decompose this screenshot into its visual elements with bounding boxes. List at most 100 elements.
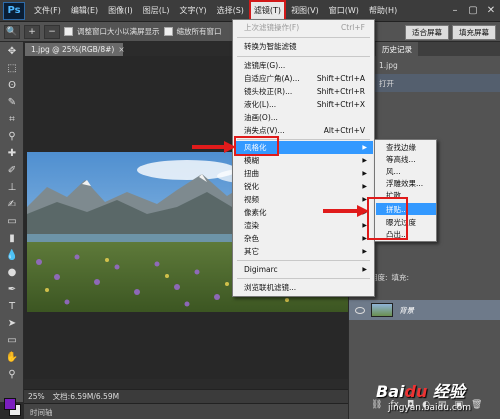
zoom-in-icon[interactable]: + xyxy=(24,24,40,39)
maximize-button[interactable]: ▢ xyxy=(464,0,482,22)
menu-item-label: 油画(O)... xyxy=(244,113,278,122)
menu-item-label: 扭曲 xyxy=(244,169,259,178)
close-tab-icon[interactable]: × xyxy=(118,45,124,54)
zoom-out-icon[interactable]: − xyxy=(44,24,60,39)
visibility-eye-icon[interactable] xyxy=(355,306,365,314)
menu-item-label: Digimarc xyxy=(244,265,278,274)
submenu-item-wind[interactable]: 风... xyxy=(376,165,436,177)
timeline-label: 时间轴 xyxy=(30,408,53,417)
menu-item-convert-smart-filter[interactable]: 转换为智能滤镜 xyxy=(234,40,373,53)
layer-thumbnail xyxy=(371,303,393,317)
menu-item-label: 滤镜库(G)... xyxy=(244,61,286,70)
hand-tool-icon[interactable]: ✋ xyxy=(3,351,21,365)
clone-stamp-tool-icon[interactable]: ⊥ xyxy=(3,181,21,195)
menu-item-shortcut: Shift+Ctrl+R xyxy=(316,87,365,96)
fill-screen-button[interactable]: 填充屏幕 xyxy=(452,25,496,40)
shape-tool-icon[interactable]: ▭ xyxy=(3,334,21,348)
menu-item-noise[interactable]: 杂色 ▶ xyxy=(234,232,373,245)
options-right-buttons: 适合屏幕 填充屏幕 xyxy=(405,25,496,40)
menu-item-sharpen[interactable]: 锐化 ▶ xyxy=(234,180,373,193)
move-tool-icon[interactable]: ✥ xyxy=(3,45,21,59)
menu-item-label: 自适应广角(A)... xyxy=(244,74,300,83)
resize-windows-label: 调整窗口大小以满屏显示 xyxy=(77,27,160,36)
zoom-tool-side-icon[interactable]: ⚲ xyxy=(3,368,21,382)
annotation-arrow-icon xyxy=(192,141,236,153)
foreground-color-swatch[interactable] xyxy=(4,398,16,410)
menu-item-oil-paint[interactable]: 油画(O)... xyxy=(234,111,373,124)
window-controls: – ▢ ✕ xyxy=(446,0,500,22)
zoom-level[interactable]: 25% xyxy=(28,392,45,401)
menu-layer[interactable]: 图层(L) xyxy=(138,0,175,22)
eraser-tool-icon[interactable]: ▭ xyxy=(3,215,21,229)
crop-tool-icon[interactable]: ⌗ xyxy=(3,113,21,127)
lasso-tool-icon[interactable]: ʘ xyxy=(3,79,21,93)
submenu-arrow-icon: ▶ xyxy=(362,170,367,177)
zoom-all-windows-checkbox[interactable] xyxy=(163,27,173,36)
timeline-bar[interactable]: 时间轴 xyxy=(24,403,348,419)
submenu-item-find-edges[interactable]: 查找边缘 xyxy=(376,141,436,153)
blur-tool-icon[interactable]: 💧 xyxy=(3,249,21,263)
menu-item-lens-correction[interactable]: 镜头校正(R)... Shift+Ctrl+R xyxy=(234,85,373,98)
doc-size: 文档:6.59M/6.59M xyxy=(52,392,120,401)
status-bar: 25% 文档:6.59M/6.59M xyxy=(24,389,348,403)
menu-item-label: 锐化 xyxy=(244,182,259,191)
zoom-tool-icon[interactable]: 🔍 xyxy=(4,24,20,39)
menu-item-other[interactable]: 其它 ▶ xyxy=(234,245,373,258)
minimize-button[interactable]: – xyxy=(446,0,464,22)
menu-item-label: 转换为智能滤镜 xyxy=(244,42,297,51)
menu-item-shortcut: Ctrl+F xyxy=(341,23,365,32)
menu-file[interactable]: 文件(F) xyxy=(29,0,66,22)
close-button[interactable]: ✕ xyxy=(482,0,500,22)
baidu-jingyan-logo: Baidu 经验 xyxy=(376,382,465,401)
type-tool-icon[interactable]: T xyxy=(3,300,21,314)
brush-tool-icon[interactable]: ✐ xyxy=(3,164,21,178)
menu-item-label: 模糊 xyxy=(244,156,259,165)
fit-screen-button[interactable]: 适合屏幕 xyxy=(405,25,449,40)
filter-menu: 上次滤镜操作(F) Ctrl+F 转换为智能滤镜 滤镜库(G)... 自适应广角… xyxy=(232,19,375,297)
marquee-tool-icon[interactable]: ⬚ xyxy=(3,62,21,76)
menu-item-liquify[interactable]: 液化(L)... Shift+Ctrl+X xyxy=(234,98,373,111)
menu-item-render[interactable]: 渲染 ▶ xyxy=(234,219,373,232)
menu-separator xyxy=(237,278,370,279)
menu-item-shortcut: Alt+Ctrl+V xyxy=(323,126,365,135)
menu-item-adaptive-wide-angle[interactable]: 自适应广角(A)... Shift+Ctrl+A xyxy=(234,72,373,85)
layer-name: 背景 xyxy=(399,305,414,315)
menu-item-label: 消失点(V)... xyxy=(244,126,285,135)
menu-item-label: 液化(L)... xyxy=(244,100,277,109)
menu-item-shortcut: Shift+Ctrl+X xyxy=(316,100,365,109)
menu-item-label: 杂色 xyxy=(244,234,259,243)
history-brush-tool-icon[interactable]: ✍ xyxy=(3,198,21,212)
fill-label: 填充: xyxy=(391,273,410,282)
quick-select-tool-icon[interactable]: ✎ xyxy=(3,96,21,110)
healing-brush-tool-icon[interactable]: ✚ xyxy=(3,147,21,161)
menu-edit[interactable]: 编辑(E) xyxy=(66,0,103,22)
document-tab[interactable]: 1.jpg @ 25%(RGB/8#) × xyxy=(24,42,125,56)
tab-history[interactable]: 历史记录 xyxy=(376,42,418,56)
menu-item-digimarc[interactable]: Digimarc ▶ xyxy=(234,263,373,276)
menu-item-browse-online-filters[interactable]: 浏览联机滤镜... xyxy=(234,281,373,294)
menu-item-label: 像素化 xyxy=(244,208,267,217)
tools-panel: ✥ ⬚ ʘ ✎ ⌗ ⚲ ✚ ✐ ⊥ ✍ ▭ ▮ 💧 ● ✒ T ➤ ▭ ✋ ⚲ xyxy=(0,42,24,402)
submenu-item-trace-contour[interactable]: 等高线... xyxy=(376,153,436,165)
baidu-watermark: Baidu 经验 jingyan.baidu.com xyxy=(372,378,498,418)
menu-separator xyxy=(237,37,370,38)
watermark-url: jingyan.baidu.com xyxy=(388,403,472,413)
menu-item-label: 上次滤镜操作(F) xyxy=(244,23,300,32)
submenu-item-emboss[interactable]: 浮雕效果... xyxy=(376,177,436,189)
eyedropper-tool-icon[interactable]: ⚲ xyxy=(3,130,21,144)
submenu-arrow-icon: ▶ xyxy=(362,144,367,151)
menu-type[interactable]: 文字(Y) xyxy=(174,0,211,22)
highlight-box-tiles xyxy=(367,197,408,240)
submenu-arrow-icon: ▶ xyxy=(362,183,367,190)
document-tab-title: 1.jpg @ 25%(RGB/8#) xyxy=(31,45,115,54)
dodge-tool-icon[interactable]: ● xyxy=(3,266,21,280)
resize-windows-checkbox[interactable] xyxy=(64,27,73,36)
gradient-tool-icon[interactable]: ▮ xyxy=(3,232,21,246)
menu-item-filter-gallery[interactable]: 滤镜库(G)... xyxy=(234,59,373,72)
path-select-tool-icon[interactable]: ➤ xyxy=(3,317,21,331)
pen-tool-icon[interactable]: ✒ xyxy=(3,283,21,297)
menu-item-distort[interactable]: 扭曲 ▶ xyxy=(234,167,373,180)
layer-row-background[interactable]: 背景 xyxy=(349,300,500,320)
menu-image[interactable]: 图像(I) xyxy=(103,0,138,22)
menu-item-label: 视频 xyxy=(244,195,259,204)
